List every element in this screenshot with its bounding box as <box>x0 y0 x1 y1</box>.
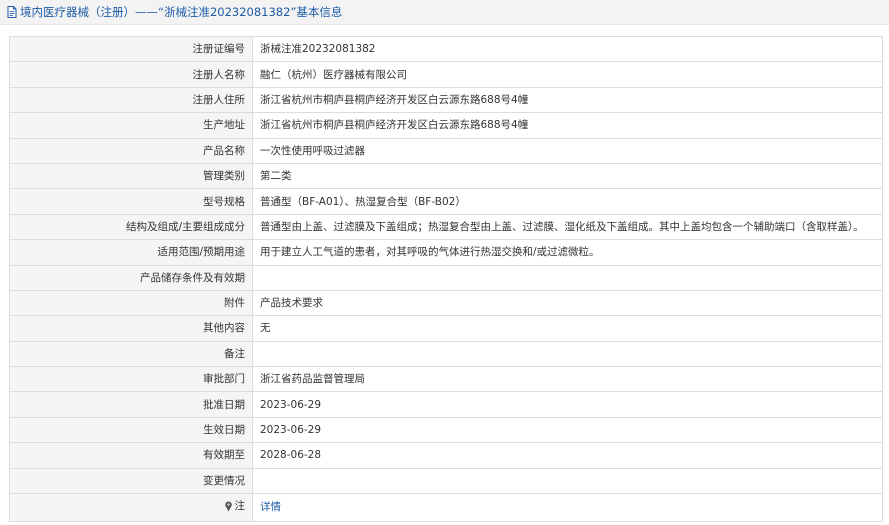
table-row: 适用范围/预期用途 用于建立人工气道的患者，对其呼吸的气体进行热湿交换和/或过滤微… <box>9 239 883 266</box>
field-value <box>252 340 883 368</box>
document-icon <box>7 6 17 18</box>
table-row: 注册证编号 浙械注准20232081382 <box>9 35 883 63</box>
table-row: 产品储存条件及有效期 <box>9 264 883 291</box>
table-row: 审批部门 浙江省药品监督管理局 <box>9 366 883 393</box>
field-value: 普通型（BF-A01）、热湿复合型（BF-B02） <box>252 188 883 215</box>
table-row: 管理类别 第二类 <box>9 162 883 190</box>
note-label-cell: 注 <box>9 493 253 522</box>
table-row: 变更情况 <box>9 467 883 495</box>
field-label: 管理类别 <box>9 162 253 190</box>
field-label: 其他内容 <box>9 315 253 342</box>
table-row: 其他内容无 <box>9 315 883 342</box>
table-row: 结构及组成/主要组成成分 普通型由上盖、过滤膜及下盖组成；热湿复合型由上盖、过滤膜… <box>9 213 883 241</box>
table-row: 有效期至 2028-06-28 <box>9 442 883 469</box>
field-label: 变更情况 <box>9 467 253 495</box>
field-value: 普通型由上盖、过滤膜及下盖组成；热湿复合型由上盖、过滤膜、湿化纸及下盖组成。其中… <box>252 213 883 241</box>
table-row: 生产地址 浙江省杭州市桐庐县桐庐经济开发区白云源东路688号4幢 <box>9 112 883 139</box>
field-value: 浙江省杭州市桐庐县桐庐经济开发区白云源东路688号4幢 <box>252 112 883 139</box>
note-value-cell: 详情 <box>252 493 883 522</box>
field-value <box>252 264 883 291</box>
field-label: 生产地址 <box>9 112 253 139</box>
field-label: 有效期至 <box>9 442 253 469</box>
field-label: 注册人住所 <box>9 86 253 114</box>
field-value: 融仁（杭州）医疗器械有限公司 <box>252 61 883 88</box>
page-header: 境内医疗器械（注册）——“浙械注准20232081382”基本信息 <box>0 0 889 25</box>
table-row: 产品名称 一次性使用呼吸过滤器 <box>9 137 883 164</box>
field-label: 产品储存条件及有效期 <box>9 264 253 291</box>
field-label: 注册人名称 <box>9 61 253 88</box>
field-value: 用于建立人工气道的患者，对其呼吸的气体进行热湿交换和/或过滤微粒。 <box>252 239 883 266</box>
note-label: 注 <box>224 495 246 519</box>
field-value: 第二类 <box>252 162 883 190</box>
field-value: 2023-06-29 <box>252 416 883 444</box>
field-value: 2023-06-29 <box>252 391 883 418</box>
note-label-text: 注 <box>234 500 246 513</box>
field-value <box>252 467 883 495</box>
field-value: 2028-06-28 <box>252 442 883 469</box>
field-value: 浙械注准20232081382 <box>252 35 883 63</box>
table-row: 生效日期 2023-06-29 <box>9 416 883 444</box>
field-label: 审批部门 <box>9 366 253 393</box>
info-table: 注册证编号 浙械注准20232081382 注册人名称 融仁（杭州）医疗器械有限公司注… <box>9 35 883 522</box>
field-label: 结构及组成/主要组成成分 <box>9 213 253 241</box>
field-label: 备注 <box>9 340 253 368</box>
field-label: 产品名称 <box>9 137 253 164</box>
field-value: 产品技术要求 <box>252 289 883 317</box>
page-title: 境内医疗器械（注册）——“浙械注准20232081382”基本信息 <box>20 5 343 19</box>
table-row: 备注 <box>9 340 883 368</box>
table-row: 注册人住所 浙江省杭州市桐庐县桐庐经济开发区白云源东路688号4幢 <box>9 86 883 114</box>
field-label: 注册证编号 <box>9 35 253 63</box>
table-row: 型号规格 普通型（BF-A01）、热湿复合型（BF-B02） <box>9 188 883 215</box>
pin-icon <box>224 501 232 512</box>
field-value: 浙江省杭州市桐庐县桐庐经济开发区白云源东路688号4幢 <box>252 86 883 114</box>
field-value: 浙江省药品监督管理局 <box>252 366 883 393</box>
field-label: 批准日期 <box>9 391 253 418</box>
field-label: 生效日期 <box>9 416 253 444</box>
table-row: 附件 产品技术要求 <box>9 289 883 317</box>
field-label: 适用范围/预期用途 <box>9 239 253 266</box>
field-value: 一次性使用呼吸过滤器 <box>252 137 883 164</box>
table-row: 批准日期 2023-06-29 <box>9 391 883 418</box>
note-row: 注 详情 <box>9 493 883 522</box>
field-label: 型号规格 <box>9 188 253 215</box>
details-link[interactable]: 详情 <box>260 501 281 513</box>
table-row: 注册人名称 融仁（杭州）医疗器械有限公司 <box>9 61 883 88</box>
field-value: 无 <box>252 315 883 342</box>
field-label: 附件 <box>9 289 253 317</box>
